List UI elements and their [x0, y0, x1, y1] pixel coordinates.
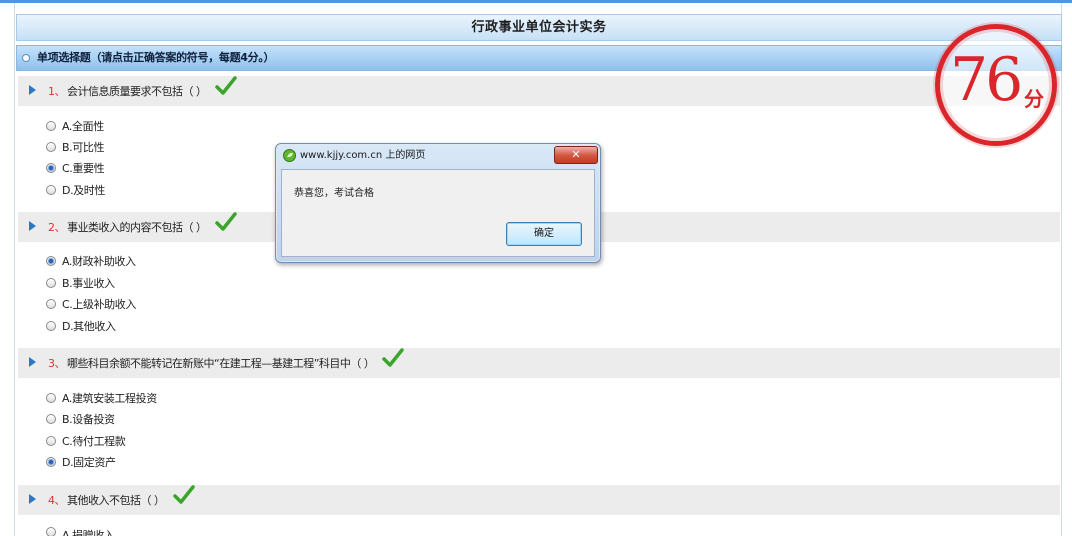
correct-check-icon	[214, 212, 237, 231]
correct-check-icon	[382, 348, 405, 367]
radio-button[interactable]	[46, 321, 56, 331]
option-label[interactable]: B.事业收入	[62, 275, 115, 291]
radio-button[interactable]	[46, 299, 56, 309]
question-text: 1、 会计信息质量要求不包括（ ）	[48, 76, 237, 106]
option-item[interactable]: D.及时性	[46, 181, 105, 199]
question-row: 3、 哪些科目余额不能转记在新账中“在建工程—基建工程”科目中（ ）	[18, 348, 1060, 378]
question-text: 2、 事业类收入的内容不包括（ ）	[48, 212, 237, 242]
option-item[interactable]: C.待付工程款	[46, 432, 126, 450]
triangle-right-icon	[29, 494, 36, 504]
option-label[interactable]: C.待付工程款	[62, 433, 126, 449]
radio-button[interactable]	[46, 278, 56, 288]
question-text: 3、 哪些科目余额不能转记在新账中“在建工程—基建工程”科目中（ ）	[48, 348, 405, 378]
radio-button[interactable]	[46, 436, 56, 446]
option-label[interactable]: D.固定资产	[62, 454, 116, 470]
ok-button[interactable]: 确定	[506, 222, 582, 246]
option-label[interactable]: C.重要性	[62, 160, 105, 176]
question-row: 4、 其他收入不包括（ ）	[18, 485, 1060, 515]
question-number: 3、	[48, 357, 66, 370]
option-label[interactable]: A.财政补助收入	[62, 253, 136, 269]
triangle-right-icon	[29, 221, 36, 231]
triangle-right-icon	[29, 85, 36, 95]
triangle-right-icon	[29, 357, 36, 367]
close-button[interactable]: ✕	[554, 146, 598, 164]
option-item[interactable]: B.可比性	[46, 138, 104, 156]
question-number: 1、	[48, 85, 66, 98]
section-header-text: 单项选择题（请点击正确答案的符号，每题4分。）	[37, 51, 275, 64]
option-item[interactable]: C.重要性	[46, 159, 105, 177]
option-label[interactable]: D.及时性	[62, 182, 105, 198]
question-stem: 事业类收入的内容不包括（ ）	[67, 221, 207, 234]
dialog-title: www.kjjy.com.cn 上的网页	[300, 150, 426, 161]
option-label[interactable]: A.全面性	[62, 118, 104, 134]
option-item[interactable]: A.财政补助收入	[46, 252, 136, 270]
score-value: 76	[950, 45, 1023, 115]
option-label[interactable]: B.设备投资	[62, 411, 115, 427]
score-stamp: 76 分	[935, 24, 1057, 146]
option-item[interactable]: A.捐赠收入	[46, 527, 114, 536]
option-label[interactable]: A.捐赠收入	[62, 527, 114, 536]
radio-button[interactable]	[46, 185, 56, 195]
option-item[interactable]: B.事业收入	[46, 274, 115, 292]
question-stem: 其他收入不包括（ ）	[67, 494, 165, 507]
correct-check-icon	[172, 485, 195, 504]
question-stem: 会计信息质量要求不包括（ ）	[67, 85, 207, 98]
radio-button[interactable]	[46, 163, 56, 173]
question-row: 1、 会计信息质量要求不包括（ ）	[18, 76, 1060, 106]
option-label[interactable]: D.其他收入	[62, 318, 116, 334]
radio-button[interactable]	[46, 457, 56, 467]
option-item[interactable]: A.全面性	[46, 117, 104, 135]
option-label[interactable]: B.可比性	[62, 139, 104, 155]
option-label[interactable]: C.上级补助收入	[62, 296, 136, 312]
option-label[interactable]: A.建筑安装工程投资	[62, 390, 157, 406]
option-item[interactable]: C.上级补助收入	[46, 295, 136, 313]
browser-leaf-icon	[283, 149, 296, 162]
alert-dialog: www.kjjy.com.cn 上的网页 ✕ 恭喜您，考试合格 确定	[275, 143, 601, 263]
dialog-body: 恭喜您，考试合格 确定	[281, 169, 595, 257]
option-item[interactable]: A.建筑安装工程投资	[46, 389, 157, 407]
option-item[interactable]: D.固定资产	[46, 453, 116, 471]
radio-button[interactable]	[46, 142, 56, 152]
bullet-icon	[22, 54, 30, 62]
radio-button[interactable]	[46, 121, 56, 131]
section-header: 单项选择题（请点击正确答案的符号，每题4分。）	[16, 45, 1062, 71]
question-number: 2、	[48, 221, 66, 234]
correct-check-icon	[214, 76, 237, 95]
score-unit: 分	[1024, 87, 1044, 111]
radio-button[interactable]	[46, 393, 56, 403]
option-item[interactable]: B.设备投资	[46, 410, 115, 428]
question-number: 4、	[48, 494, 66, 507]
option-item[interactable]: D.其他收入	[46, 317, 116, 335]
radio-button[interactable]	[46, 414, 56, 424]
radio-button[interactable]	[46, 527, 56, 536]
radio-button[interactable]	[46, 256, 56, 266]
question-text: 4、 其他收入不包括（ ）	[48, 485, 195, 515]
dialog-message: 恭喜您，考试合格	[294, 188, 374, 199]
question-stem: 哪些科目余额不能转记在新账中“在建工程—基建工程”科目中（ ）	[67, 357, 375, 370]
page-title: 行政事业单位会计实务	[16, 14, 1062, 41]
